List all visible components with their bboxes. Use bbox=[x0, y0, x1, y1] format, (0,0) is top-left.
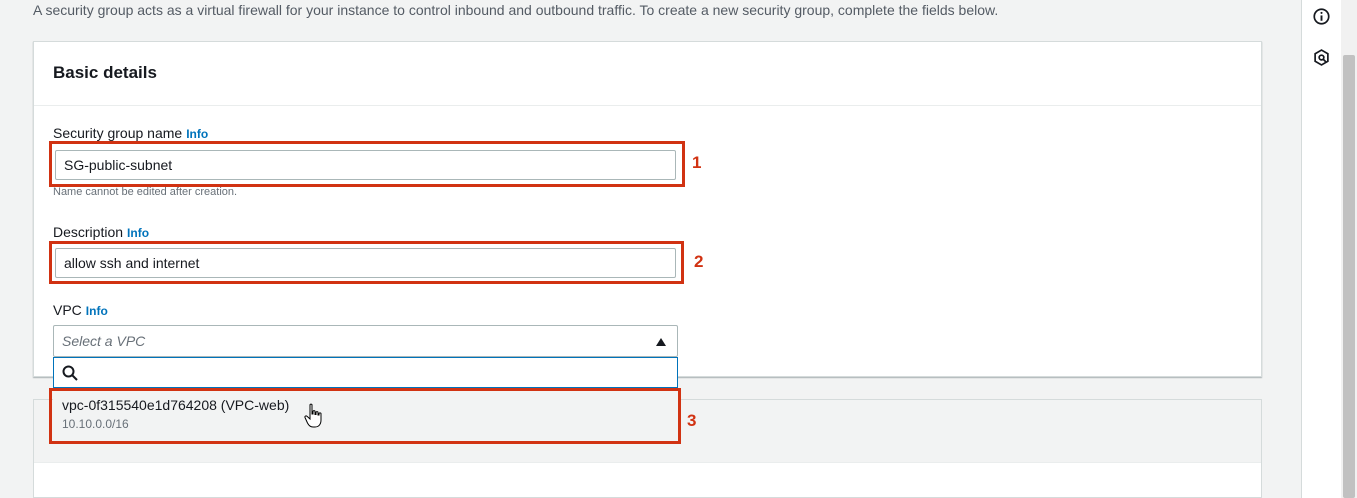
intro-text: A security group acts as a virtual firew… bbox=[33, 2, 999, 18]
right-rail bbox=[1301, 0, 1341, 498]
security-group-name-label: Security group name Info bbox=[53, 125, 208, 141]
description-label: Description Info bbox=[53, 224, 149, 240]
vpc-select-placeholder: Select a VPC bbox=[62, 333, 146, 349]
annotation-number-3: 3 bbox=[687, 411, 697, 430]
name-hint: Name cannot be edited after creation. bbox=[53, 186, 238, 198]
caret-up-icon bbox=[656, 338, 666, 346]
info-link-vpc[interactable]: Info bbox=[86, 304, 108, 318]
vpc-search-input[interactable] bbox=[53, 357, 678, 388]
hand-pointer-icon bbox=[304, 403, 322, 428]
info-link-name[interactable]: Info bbox=[186, 127, 208, 141]
label-text: VPC bbox=[53, 302, 82, 318]
annotation-box-1 bbox=[49, 141, 685, 187]
label-text: Security group name bbox=[53, 125, 183, 141]
annotation-number-1: 1 bbox=[692, 153, 702, 172]
scrollbar-thumb[interactable] bbox=[1343, 55, 1355, 498]
panel-header: Basic details bbox=[34, 42, 1261, 106]
vpc-label: VPC Info bbox=[53, 302, 108, 318]
annotation-box-2 bbox=[49, 241, 684, 284]
label-text: Description bbox=[53, 224, 124, 240]
hexagon-icon[interactable] bbox=[1313, 49, 1330, 66]
info-circle-icon[interactable] bbox=[1313, 8, 1330, 25]
search-icon bbox=[62, 365, 78, 381]
vpc-select[interactable]: Select a VPC bbox=[53, 325, 678, 357]
info-link-description[interactable]: Info bbox=[127, 226, 149, 240]
annotation-number-2: 2 bbox=[694, 252, 704, 271]
annotation-box-3 bbox=[49, 388, 681, 444]
panel-title: Basic details bbox=[53, 63, 157, 82]
